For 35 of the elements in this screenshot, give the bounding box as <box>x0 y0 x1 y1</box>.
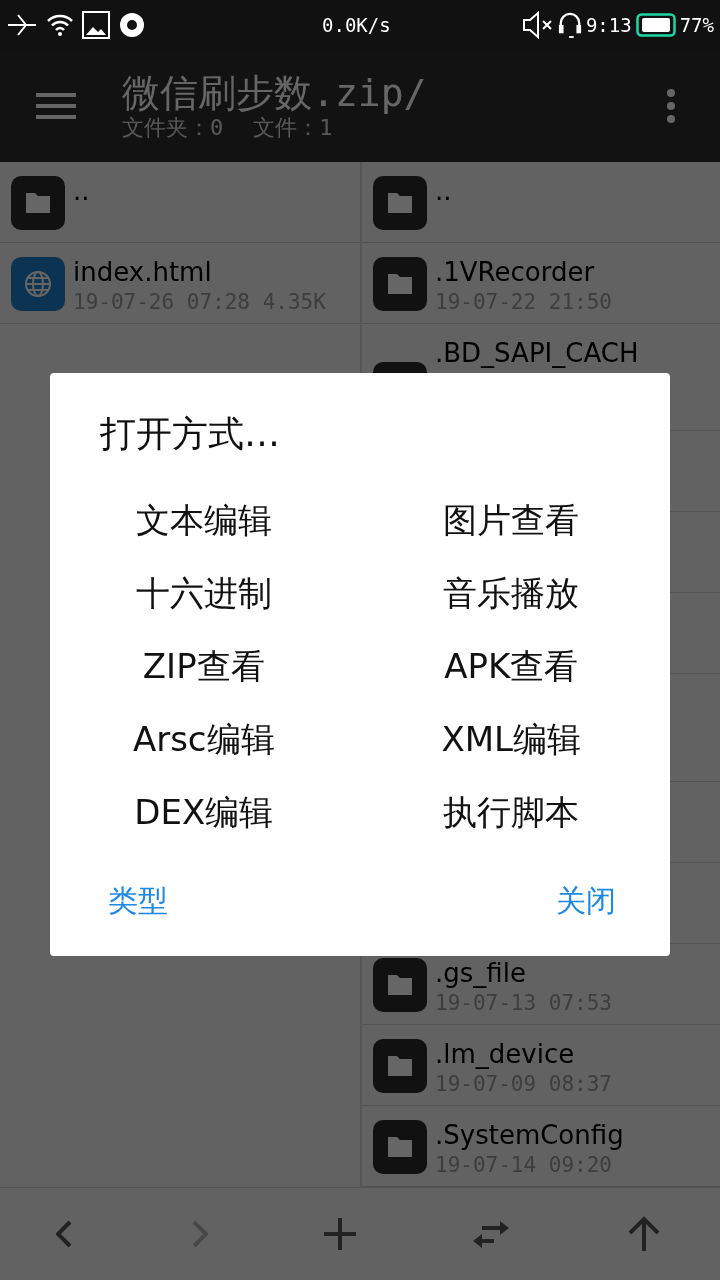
network-speed: 0.0K/s <box>322 14 391 36</box>
battery-percent: 77% <box>679 14 714 36</box>
open-option[interactable]: 文本编辑 <box>131 495 276 545</box>
item-count: 文件夹：0 <box>122 115 224 141</box>
folder-icon <box>373 958 427 1013</box>
menu-icon[interactable] <box>36 92 76 120</box>
folder-icon <box>373 1120 427 1175</box>
mute-icon <box>521 11 554 39</box>
open-option[interactable]: Arsc编辑 <box>128 714 279 764</box>
open-option[interactable]: APK查看 <box>440 641 583 691</box>
clock: 9:13 <box>585 14 632 36</box>
globe-icon <box>11 257 65 311</box>
record-icon <box>118 11 146 39</box>
dialog-button[interactable]: 类型 <box>100 877 176 926</box>
open-option[interactable]: 十六进制 <box>131 568 276 618</box>
image-icon <box>82 11 110 39</box>
open-option[interactable]: 音乐播放 <box>439 568 584 618</box>
dialog-button[interactable]: 关闭 <box>548 877 624 926</box>
folder-icon <box>11 176 65 230</box>
folder-icon <box>373 256 427 311</box>
dialog-title: 打开方式… <box>100 412 280 456</box>
more-icon[interactable] <box>666 89 676 123</box>
wifi-icon <box>46 13 74 37</box>
headset-icon <box>557 11 582 39</box>
battery-icon <box>635 13 676 37</box>
open-option[interactable]: XML编辑 <box>437 714 586 764</box>
open-option[interactable]: 图片查看 <box>439 495 584 545</box>
folder-icon <box>373 176 427 230</box>
open-option[interactable]: 执行脚本 <box>439 787 584 837</box>
folder-icon <box>373 1039 427 1094</box>
open-option[interactable]: ZIP查看 <box>138 641 269 691</box>
open-option[interactable]: DEX编辑 <box>130 787 278 837</box>
airplane-icon <box>6 13 38 37</box>
item-count: 文件：1 <box>253 115 333 141</box>
path-title: 微信刷步数.zip/ <box>122 71 428 115</box>
